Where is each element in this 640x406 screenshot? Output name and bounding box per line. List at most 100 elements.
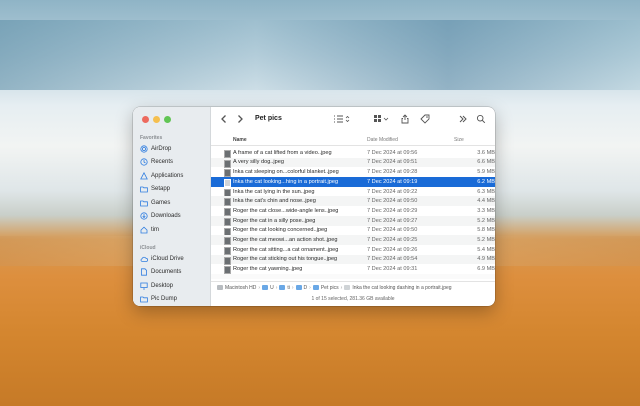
file-row[interactable]: Inka the cat looking...hing in a portrai… — [211, 177, 495, 188]
toolbar: Pet pics — [211, 107, 495, 131]
file-row[interactable]: Roger the cat close...wide-angle lens..j… — [211, 206, 495, 217]
column-name-header[interactable]: Name — [233, 137, 247, 143]
file-row[interactable]: Roger the cat meowi...an action shot..jp… — [211, 235, 495, 246]
file-date: 7 Dec 2024 at 09:50 — [367, 227, 418, 234]
minimize-button[interactable] — [153, 116, 160, 123]
file-row[interactable]: A very silly dog..jpeg 7 Dec 2024 at 09:5… — [211, 157, 495, 168]
file-row[interactable]: Roger the cat in a silly pose..jpeg 7 Dec… — [211, 215, 495, 226]
window-controls — [142, 116, 171, 123]
file-date: 7 Dec 2024 at 09:50 — [367, 198, 418, 205]
tag-button[interactable] — [420, 113, 430, 125]
path-segment-desktop[interactable]: D — [295, 285, 307, 291]
file-date: 7 Dec 2024 at 09:51 — [367, 159, 418, 166]
file-row[interactable]: Inka the cat's chin and nose..jpeg 7 Dec … — [211, 196, 495, 207]
background-blur — [0, 20, 640, 90]
file-date: 7 Dec 2024 at 09:26 — [367, 246, 418, 253]
folder-icon — [139, 185, 148, 194]
airdrop-icon — [139, 144, 148, 153]
sidebar-item-airdrop[interactable]: AirDrop — [139, 143, 171, 154]
view-mode-button[interactable] — [333, 113, 351, 125]
file-date: 7 Dec 2024 at 09:56 — [367, 149, 418, 156]
sidebar-item-recents[interactable]: Recents — [139, 157, 173, 168]
search-button[interactable] — [476, 113, 486, 125]
folder-icon — [312, 285, 319, 290]
sidebar-item-label: Pic Dump — [151, 296, 178, 302]
hard-drive-icon — [217, 285, 223, 290]
sidebar-item-icloud-drive[interactable]: iCloud Drive — [139, 253, 184, 264]
file-browser: Pet pics Name Date Modified Size A frame… — [211, 107, 495, 306]
file-name: Roger the cat sitting...a cat ornament..… — [233, 246, 339, 253]
search-icon — [476, 114, 486, 124]
file-row-partial[interactable] — [211, 273, 495, 279]
grid-icon — [374, 115, 389, 122]
file-size: 5.8 MB — [477, 227, 495, 234]
folder-icon — [262, 285, 269, 290]
file-row[interactable]: Roger the cat sticking out his tongue..j… — [211, 254, 495, 265]
close-button[interactable] — [142, 116, 149, 123]
file-row[interactable]: Inka the cat lying in the sun..jpeg 7 Dec… — [211, 187, 495, 197]
finder-window: Favorites AirDrop Recents Applications Seta… — [133, 107, 495, 306]
chevron-right-icon — [238, 115, 243, 123]
file-name: Inka the cat's chin and nose..jpeg — [233, 198, 316, 205]
file-size: 5.2 MB — [477, 217, 495, 224]
sidebar-item-label: iCloud Drive — [151, 255, 184, 262]
zoom-button[interactable] — [164, 116, 171, 123]
path-segment-home[interactable]: ti — [279, 285, 290, 291]
path-segment-folder[interactable]: Pet pics — [312, 285, 339, 291]
file-date: 7 Dec 2024 at 09:54 — [367, 256, 418, 263]
sidebar-item-setapp[interactable]: Setapp — [139, 184, 170, 195]
file-list: A frame of a cat lifted from a video..jp… — [211, 148, 495, 279]
favorites-header: Favorites — [140, 135, 163, 141]
path-separator-icon: › — [340, 284, 343, 291]
file-name: Inka cat sleeping on...colorful blanket.… — [233, 169, 339, 176]
applications-icon — [139, 171, 148, 180]
file-name: Roger the cat meowi...an action shot..jp… — [233, 236, 338, 243]
path-separator-icon: › — [258, 284, 261, 291]
file-size: 3.6 MB — [477, 149, 495, 156]
column-headers: Name Date Modified Size — [211, 135, 495, 146]
file-name: Roger the cat close...wide-angle lens..j… — [233, 207, 339, 214]
file-name: Roger the cat yawning..jpeg — [233, 266, 303, 273]
sidebar-item-pic-dump[interactable]: Pic Dump — [139, 294, 177, 305]
sidebar: Favorites AirDrop Recents Applications Seta… — [133, 107, 211, 306]
file-date: 7 Dec 2024 at 09:29 — [367, 207, 418, 214]
sidebar-item-desktop[interactable]: Desktop — [139, 280, 173, 291]
column-size-header[interactable]: Size — [454, 137, 464, 143]
file-name: A very silly dog..jpeg — [233, 159, 284, 166]
sidebar-item-documents[interactable]: Documents — [139, 267, 181, 278]
group-button[interactable] — [373, 113, 391, 125]
file-date: 7 Dec 2024 at 09:27 — [367, 217, 418, 224]
file-date: 7 Dec 2024 at 09:25 — [367, 236, 418, 243]
more-toolbar-button[interactable] — [458, 113, 468, 125]
file-row[interactable]: Inka cat sleeping on...colorful blanket.… — [211, 167, 495, 178]
home-icon — [139, 225, 148, 234]
file-row[interactable]: Roger the cat sitting...a cat ornament..… — [211, 245, 495, 255]
sidebar-item-games[interactable]: Games — [139, 197, 170, 208]
list-view-icon — [334, 115, 350, 123]
share-icon — [401, 114, 409, 124]
path-separator-icon: › — [309, 284, 311, 291]
file-name: Roger the cat sticking out his tongue..j… — [233, 256, 338, 263]
file-row[interactable]: A frame of a cat lifted from a video..jp… — [211, 148, 495, 158]
forward-button[interactable] — [235, 113, 245, 125]
column-date-header[interactable]: Date Modified — [367, 137, 398, 143]
path-segment-file[interactable]: Inka the cat looking dashing in a portra… — [344, 285, 452, 291]
file-size: 5.2 MB — [477, 236, 495, 243]
file-size: 4.9 MB — [477, 256, 495, 263]
back-button[interactable] — [219, 113, 229, 125]
folder-icon — [139, 295, 148, 304]
tag-icon — [420, 114, 430, 124]
path-segment-root[interactable]: Macintosh HD — [217, 285, 256, 291]
sidebar-item-applications[interactable]: Applications — [139, 170, 183, 181]
sidebar-item-label: Setapp — [151, 186, 171, 192]
file-name: Roger the cat in a silly pose..jpeg — [233, 217, 316, 224]
file-name: Inka the cat lying in the sun..jpeg — [233, 188, 315, 195]
path-segment-users[interactable]: U — [262, 285, 274, 291]
file-row[interactable]: Roger the cat yawning..jpeg 7 Dec 2024 at… — [211, 264, 495, 275]
sidebar-item-downloads[interactable]: Downloads — [139, 211, 181, 222]
download-icon — [139, 212, 148, 221]
sidebar-item-tim[interactable]: tim — [139, 224, 159, 235]
window-title: Pet pics — [255, 115, 282, 122]
file-row[interactable]: Roger the cat looking concerned..jpeg 7 D… — [211, 226, 495, 236]
share-button[interactable] — [400, 113, 410, 125]
